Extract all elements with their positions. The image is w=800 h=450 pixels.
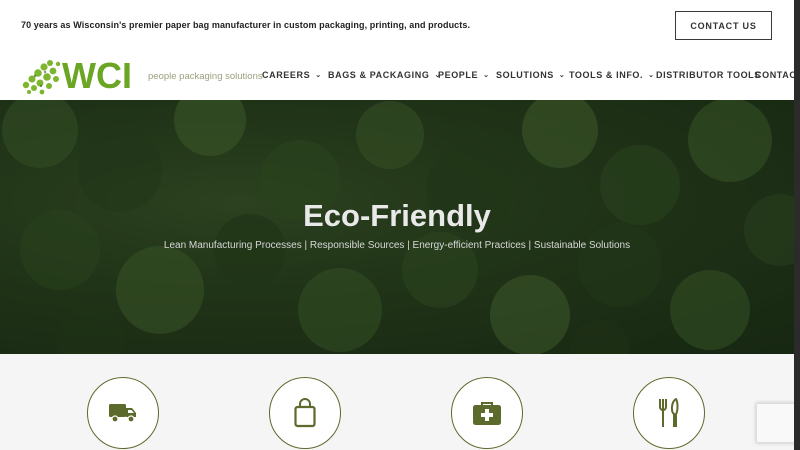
nav-people[interactable]: PEOPLE ⌄ [438, 70, 490, 80]
page-scrollbar[interactable] [794, 0, 800, 450]
shopping-bag-icon [294, 398, 316, 428]
nav-bags-packaging[interactable]: BAGS & PACKAGING ⌄ [328, 70, 441, 80]
chevron-down-icon: ⌄ [558, 72, 566, 79]
nav-label: CONTACT [755, 70, 794, 80]
nav-careers[interactable]: CAREERS ⌄ [262, 70, 322, 80]
contact-us-button[interactable]: CONTACT US [675, 11, 772, 40]
hero-banner: Eco-Friendly Lean Manufacturing Processe… [0, 100, 794, 354]
nav-contact[interactable]: CONTACT [755, 70, 794, 80]
chevron-down-icon: ⌄ [648, 72, 655, 79]
nav-distributor-tools[interactable]: DISTRIBUTOR TOOLS [656, 70, 761, 80]
nav-label: DISTRIBUTOR TOOLS [656, 70, 761, 80]
logo-text: WCI [62, 55, 132, 95]
hero-subtitle: Lean Manufacturing Processes | Responsib… [163, 240, 631, 251]
feature-icons-section [0, 354, 794, 450]
top-tagline: 70 years as Wisconsin's premier paper ba… [21, 20, 471, 30]
logo-graphic: WCI [22, 55, 132, 96]
nav-label: BAGS & PACKAGING [328, 70, 430, 80]
logo-dots-icon [22, 60, 61, 95]
utensils-icon [659, 398, 679, 427]
nav-label: TOOLS & INFO. [569, 70, 644, 80]
medical-kit-icon [473, 402, 501, 425]
wci-logo[interactable]: WCI [20, 55, 145, 96]
nav-tools-info[interactable]: TOOLS & INFO. ⌄ [569, 70, 655, 80]
nav-solutions[interactable]: SOLUTIONS ⌄ [496, 70, 565, 80]
feature-circle-bag[interactable] [269, 377, 341, 449]
hero-title: Eco-Friendly [303, 198, 491, 233]
truck-icon [109, 404, 136, 423]
main-navbar: WCI people packaging solutions CAREERS ⌄ … [0, 52, 794, 100]
feature-circle-medical[interactable] [451, 377, 523, 449]
feature-circle-utensils[interactable] [633, 377, 705, 449]
nav-label: SOLUTIONS [496, 70, 554, 80]
nav-label: CAREERS [262, 70, 311, 80]
top-bar: 70 years as Wisconsin's premier paper ba… [0, 0, 794, 52]
chevron-down-icon: ⌄ [483, 72, 490, 79]
nav-label: PEOPLE [438, 70, 479, 80]
feature-circle-truck[interactable] [87, 377, 159, 449]
logo-tagline: people packaging solutions [148, 71, 263, 82]
chevron-down-icon: ⌄ [315, 72, 322, 79]
